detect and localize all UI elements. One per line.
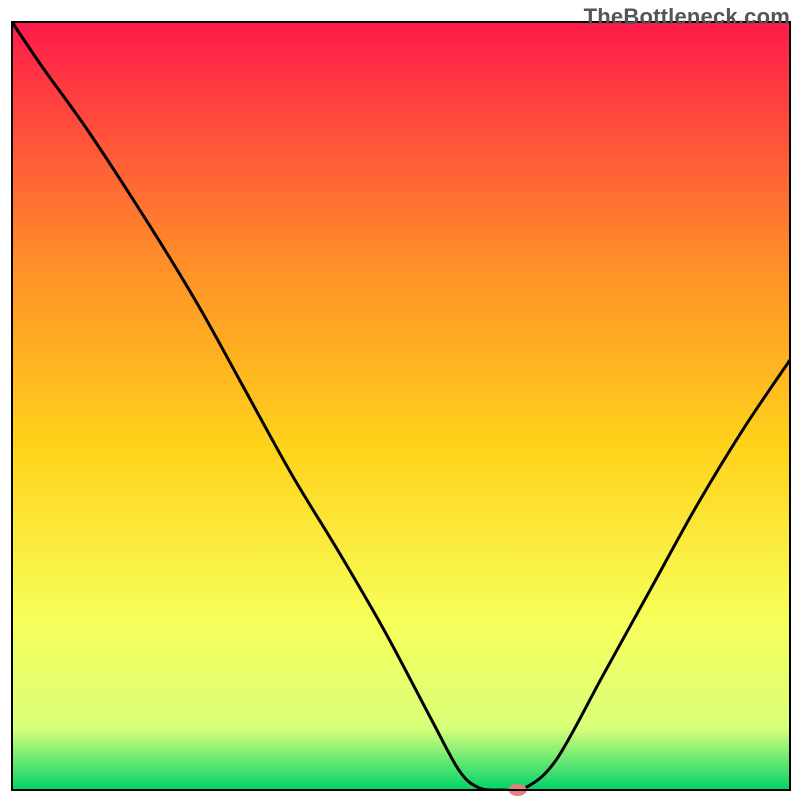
bottleneck-chart: TheBottleneck.com bbox=[0, 0, 800, 800]
gradient-background bbox=[12, 22, 790, 790]
watermark-text: TheBottleneck.com bbox=[584, 4, 790, 30]
chart-svg bbox=[0, 0, 800, 800]
